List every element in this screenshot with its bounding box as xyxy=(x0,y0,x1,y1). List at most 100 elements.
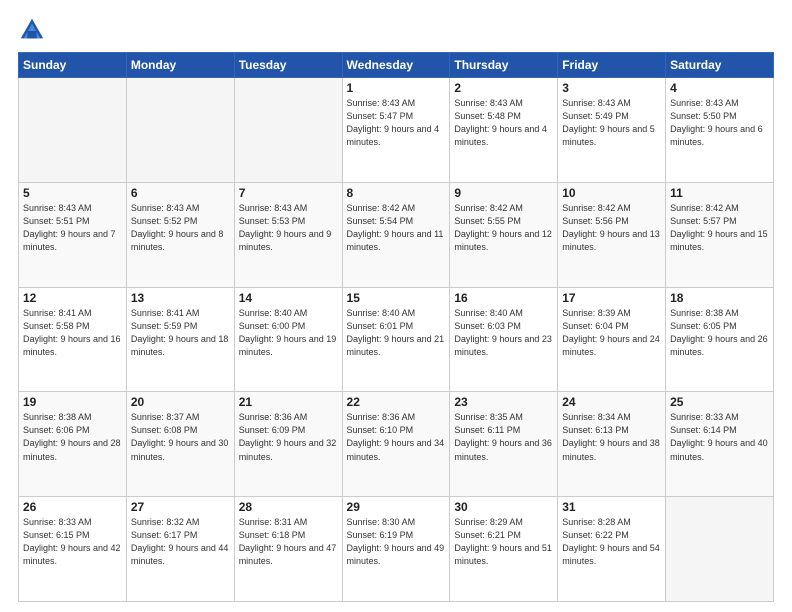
day-info: Sunrise: 8:40 AM Sunset: 6:03 PM Dayligh… xyxy=(454,307,553,359)
day-number: 24 xyxy=(562,395,661,409)
calendar-cell: 4 Sunrise: 8:43 AM Sunset: 5:50 PM Daylig… xyxy=(666,78,774,183)
day-number: 10 xyxy=(562,186,661,200)
weekday-header-wednesday: Wednesday xyxy=(342,53,450,78)
calendar-cell: 20Sunrise: 8:37 AM Sunset: 6:08 PM Dayli… xyxy=(126,392,234,497)
weekday-header-thursday: Thursday xyxy=(450,53,558,78)
weekday-header-monday: Monday xyxy=(126,53,234,78)
calendar-cell: 14 Sunrise: 8:40 AM Sunset: 6:00 PM Dayli… xyxy=(234,287,342,392)
day-number: 2 xyxy=(454,81,553,95)
calendar-cell: 19 Sunrise: 8:38 AM Sunset: 6:06 PM Dayli… xyxy=(19,392,127,497)
calendar-table: SundayMondayTuesdayWednesdayThursdayFrid… xyxy=(18,52,774,602)
day-number: 25 xyxy=(670,395,769,409)
day-info: Sunrise: 8:38 AM Sunset: 6:06 PM Dayligh… xyxy=(23,411,122,463)
day-info: Sunrise: 8:42 AM Sunset: 5:56 PM Dayligh… xyxy=(562,202,661,254)
day-info: Sunrise: 8:41 AM Sunset: 5:59 PM Dayligh… xyxy=(131,307,230,359)
page: SundayMondayTuesdayWednesdayThursdayFrid… xyxy=(0,0,792,612)
day-info: Sunrise: 8:43 AM Sunset: 5:50 PM Dayligh… xyxy=(670,97,769,149)
day-number: 19 xyxy=(23,395,122,409)
calendar-cell xyxy=(234,78,342,183)
day-number: 22 xyxy=(347,395,446,409)
calendar-cell: 16 Sunrise: 8:40 AM Sunset: 6:03 PM Dayli… xyxy=(450,287,558,392)
calendar-cell xyxy=(126,78,234,183)
day-number: 14 xyxy=(239,291,338,305)
day-number: 16 xyxy=(454,291,553,305)
day-number: 8 xyxy=(347,186,446,200)
calendar-cell: 9 Sunrise: 8:42 AM Sunset: 5:55 PM Daylig… xyxy=(450,182,558,287)
day-info: Sunrise: 8:40 AM Sunset: 6:00 PM Dayligh… xyxy=(239,307,338,359)
calendar-cell xyxy=(19,78,127,183)
day-info: Sunrise: 8:42 AM Sunset: 5:54 PM Dayligh… xyxy=(347,202,446,254)
calendar-cell: 15 Sunrise: 8:40 AM Sunset: 6:01 PM Dayli… xyxy=(342,287,450,392)
calendar-cell: 3 Sunrise: 8:43 AM Sunset: 5:49 PM Daylig… xyxy=(558,78,666,183)
day-number: 3 xyxy=(562,81,661,95)
day-number: 9 xyxy=(454,186,553,200)
day-info: Sunrise: 8:42 AM Sunset: 5:55 PM Dayligh… xyxy=(454,202,553,254)
calendar-cell: 2 Sunrise: 8:43 AM Sunset: 5:48 PM Daylig… xyxy=(450,78,558,183)
day-number: 12 xyxy=(23,291,122,305)
calendar-cell: 6Sunrise: 8:43 AM Sunset: 5:52 PM Daylig… xyxy=(126,182,234,287)
day-number: 29 xyxy=(347,500,446,514)
day-info: Sunrise: 8:36 AM Sunset: 6:09 PM Dayligh… xyxy=(239,411,338,463)
weekday-header-sunday: Sunday xyxy=(19,53,127,78)
day-info: Sunrise: 8:32 AM Sunset: 6:17 PM Dayligh… xyxy=(131,516,230,568)
day-number: 5 xyxy=(23,186,122,200)
day-info: Sunrise: 8:28 AM Sunset: 6:22 PM Dayligh… xyxy=(562,516,661,568)
day-number: 13 xyxy=(131,291,230,305)
day-number: 1 xyxy=(347,81,446,95)
day-number: 7 xyxy=(239,186,338,200)
day-info: Sunrise: 8:34 AM Sunset: 6:13 PM Dayligh… xyxy=(562,411,661,463)
logo-icon xyxy=(18,16,46,44)
day-number: 23 xyxy=(454,395,553,409)
day-number: 20 xyxy=(131,395,230,409)
calendar-cell xyxy=(666,497,774,602)
weekday-header-tuesday: Tuesday xyxy=(234,53,342,78)
day-number: 21 xyxy=(239,395,338,409)
calendar-cell: 12Sunrise: 8:41 AM Sunset: 5:58 PM Dayli… xyxy=(19,287,127,392)
day-info: Sunrise: 8:30 AM Sunset: 6:19 PM Dayligh… xyxy=(347,516,446,568)
day-info: Sunrise: 8:42 AM Sunset: 5:57 PM Dayligh… xyxy=(670,202,769,254)
calendar-cell: 8 Sunrise: 8:42 AM Sunset: 5:54 PM Daylig… xyxy=(342,182,450,287)
day-info: Sunrise: 8:43 AM Sunset: 5:49 PM Dayligh… xyxy=(562,97,661,149)
day-info: Sunrise: 8:35 AM Sunset: 6:11 PM Dayligh… xyxy=(454,411,553,463)
weekday-header-friday: Friday xyxy=(558,53,666,78)
calendar-cell: 28Sunrise: 8:31 AM Sunset: 6:18 PM Dayli… xyxy=(234,497,342,602)
day-number: 18 xyxy=(670,291,769,305)
day-info: Sunrise: 8:40 AM Sunset: 6:01 PM Dayligh… xyxy=(347,307,446,359)
calendar-cell: 24 Sunrise: 8:34 AM Sunset: 6:13 PM Dayli… xyxy=(558,392,666,497)
day-number: 27 xyxy=(131,500,230,514)
day-info: Sunrise: 8:43 AM Sunset: 5:53 PM Dayligh… xyxy=(239,202,338,254)
calendar-cell: 13 Sunrise: 8:41 AM Sunset: 5:59 PM Dayli… xyxy=(126,287,234,392)
day-info: Sunrise: 8:43 AM Sunset: 5:51 PM Dayligh… xyxy=(23,202,122,254)
calendar-cell: 18 Sunrise: 8:38 AM Sunset: 6:05 PM Dayli… xyxy=(666,287,774,392)
day-info: Sunrise: 8:29 AM Sunset: 6:21 PM Dayligh… xyxy=(454,516,553,568)
day-info: Sunrise: 8:43 AM Sunset: 5:48 PM Dayligh… xyxy=(454,97,553,149)
day-number: 4 xyxy=(670,81,769,95)
day-number: 30 xyxy=(454,500,553,514)
day-number: 17 xyxy=(562,291,661,305)
calendar-cell: 30 Sunrise: 8:29 AM Sunset: 6:21 PM Dayli… xyxy=(450,497,558,602)
calendar-cell: 27 Sunrise: 8:32 AM Sunset: 6:17 PM Dayli… xyxy=(126,497,234,602)
calendar-cell: 29 Sunrise: 8:30 AM Sunset: 6:19 PM Dayli… xyxy=(342,497,450,602)
calendar-cell: 5 Sunrise: 8:43 AM Sunset: 5:51 PM Daylig… xyxy=(19,182,127,287)
calendar-cell: 23 Sunrise: 8:35 AM Sunset: 6:11 PM Dayli… xyxy=(450,392,558,497)
day-info: Sunrise: 8:33 AM Sunset: 6:14 PM Dayligh… xyxy=(670,411,769,463)
day-info: Sunrise: 8:36 AM Sunset: 6:10 PM Dayligh… xyxy=(347,411,446,463)
day-number: 31 xyxy=(562,500,661,514)
day-number: 26 xyxy=(23,500,122,514)
day-info: Sunrise: 8:43 AM Sunset: 5:47 PM Dayligh… xyxy=(347,97,446,149)
weekday-header-saturday: Saturday xyxy=(666,53,774,78)
day-info: Sunrise: 8:39 AM Sunset: 6:04 PM Dayligh… xyxy=(562,307,661,359)
day-info: Sunrise: 8:31 AM Sunset: 6:18 PM Dayligh… xyxy=(239,516,338,568)
calendar-cell: 31 Sunrise: 8:28 AM Sunset: 6:22 PM Dayli… xyxy=(558,497,666,602)
logo xyxy=(18,16,50,44)
day-number: 11 xyxy=(670,186,769,200)
calendar-cell: 1 Sunrise: 8:43 AM Sunset: 5:47 PM Daylig… xyxy=(342,78,450,183)
day-info: Sunrise: 8:38 AM Sunset: 6:05 PM Dayligh… xyxy=(670,307,769,359)
calendar-cell: 10 Sunrise: 8:42 AM Sunset: 5:56 PM Dayli… xyxy=(558,182,666,287)
calendar-cell: 22 Sunrise: 8:36 AM Sunset: 6:10 PM Dayli… xyxy=(342,392,450,497)
calendar-cell: 7 Sunrise: 8:43 AM Sunset: 5:53 PM Daylig… xyxy=(234,182,342,287)
day-number: 6 xyxy=(131,186,230,200)
header xyxy=(18,16,774,44)
day-number: 15 xyxy=(347,291,446,305)
calendar-cell: 11 Sunrise: 8:42 AM Sunset: 5:57 PM Dayli… xyxy=(666,182,774,287)
